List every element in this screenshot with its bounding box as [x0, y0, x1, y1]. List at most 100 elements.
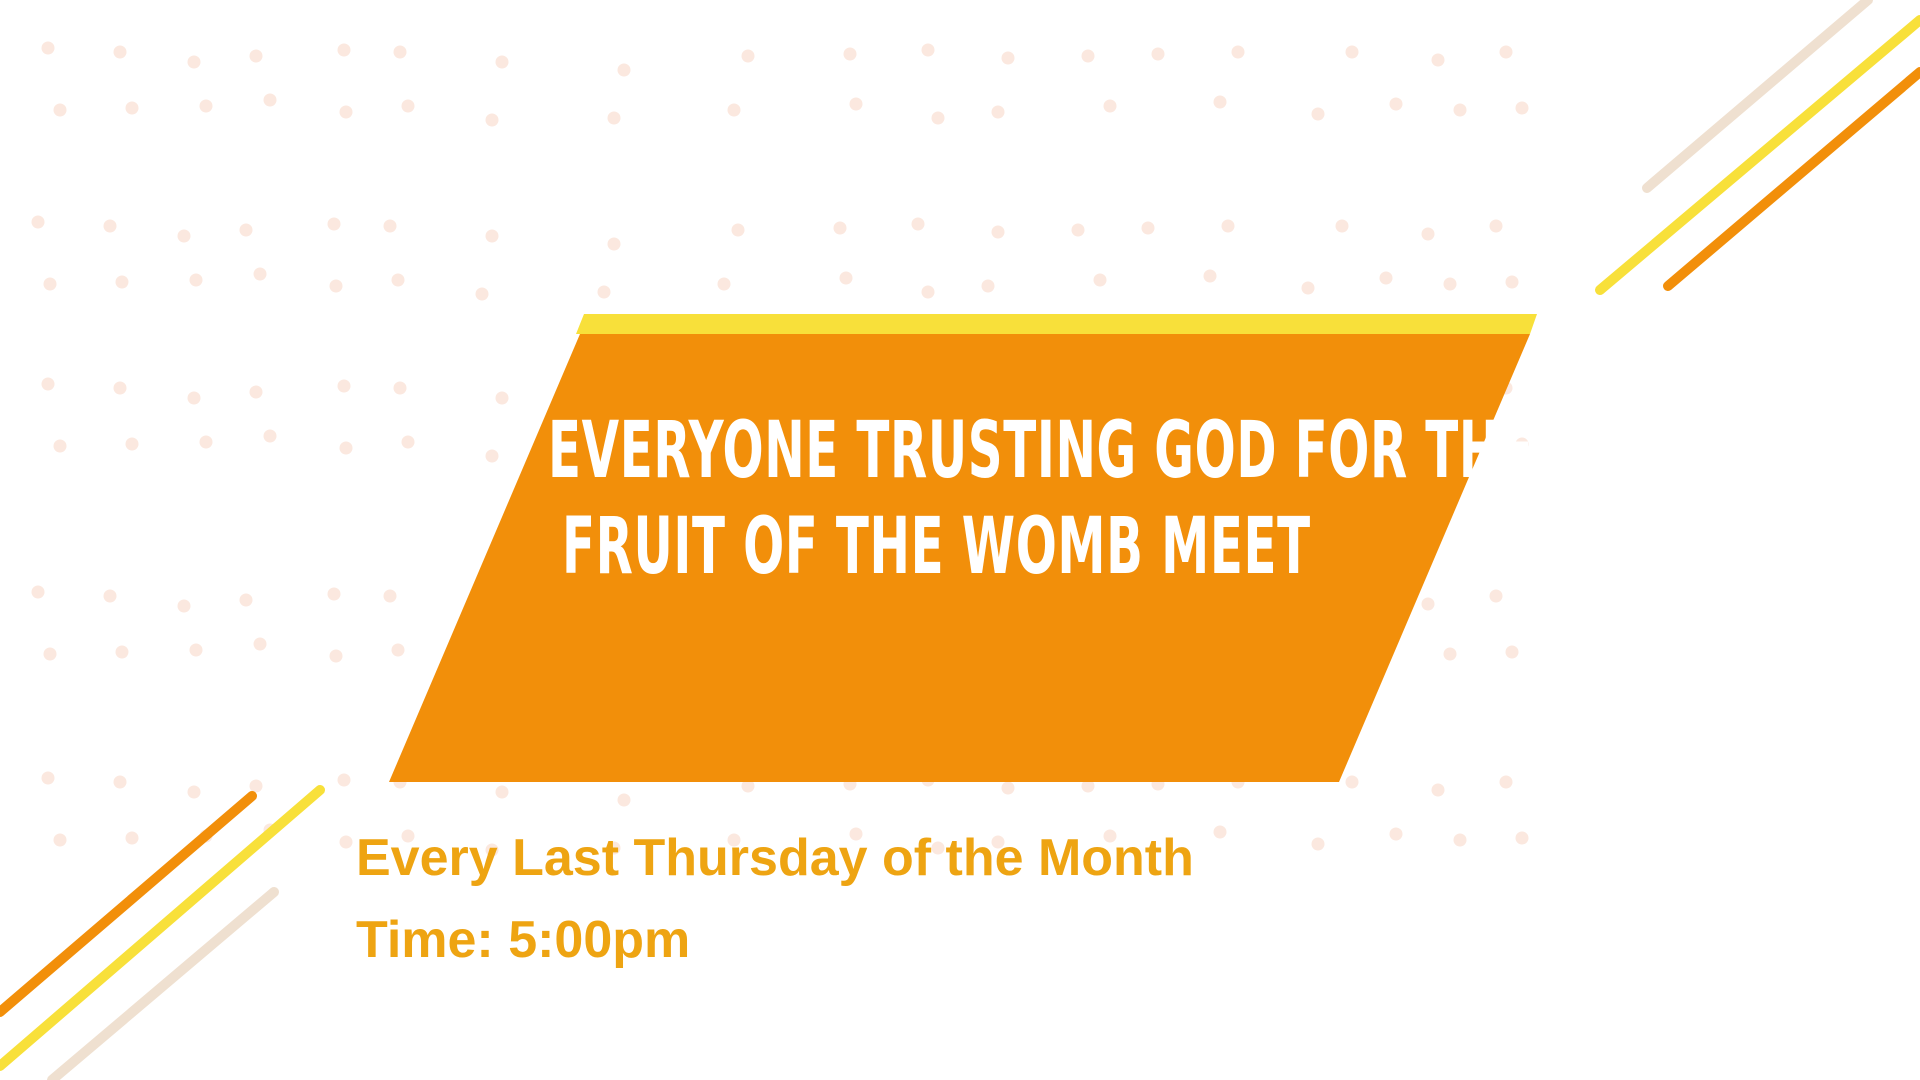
decor-dot [1071, 223, 1085, 237]
stripe-yellow [1595, 15, 1920, 295]
decor-dot [1001, 51, 1015, 65]
decor-dot [1515, 831, 1529, 845]
decor-dot [597, 285, 611, 299]
decor-dot [991, 105, 1005, 119]
decor-dot [329, 279, 343, 293]
decor-dot [1081, 49, 1095, 63]
decor-dot [249, 779, 263, 793]
decor-dot [1093, 273, 1107, 287]
decor-dot [1379, 271, 1393, 285]
decor-dot [41, 41, 55, 55]
stripe-yellow [0, 785, 325, 1071]
decor-dot [495, 55, 509, 69]
decor-dot [1151, 47, 1165, 61]
decor-dot [731, 223, 745, 237]
decor-dot [921, 285, 935, 299]
decor-dot [393, 381, 407, 395]
decor-dot [187, 55, 201, 69]
decor-dot [125, 437, 139, 451]
decor-dot [187, 785, 201, 799]
decor-dot [607, 237, 621, 251]
schedule-text: Every Last Thursday of the Month [356, 829, 1194, 887]
time-text: Time: 5:00pm [356, 911, 691, 969]
decor-dot [1389, 97, 1403, 111]
decor-dot [1141, 221, 1155, 235]
decor-dot [31, 585, 45, 599]
decor-dot [41, 771, 55, 785]
decor-dot [43, 647, 57, 661]
decor-dot [113, 45, 127, 59]
decor-dot [53, 833, 67, 847]
stripe-orange [0, 791, 257, 1017]
decor-dot [1431, 783, 1445, 797]
decor-dot [1001, 781, 1015, 795]
decor-dot [1505, 275, 1519, 289]
decor-dot [1443, 647, 1457, 661]
decor-dot [53, 439, 67, 453]
decor-dot [1301, 281, 1315, 295]
decor-dot [103, 219, 117, 233]
decor-dot [1345, 775, 1359, 789]
flyer-canvas: EVERYONE TRUSTING GOD FOR THE FRUIT OF T… [0, 0, 1920, 1080]
decor-dot [177, 229, 191, 243]
decor-dot [125, 831, 139, 845]
decor-dot [263, 93, 277, 107]
decor-dot [1231, 45, 1245, 59]
decor-dot [1489, 219, 1503, 233]
decor-dot [189, 273, 203, 287]
decor-dot [329, 649, 343, 663]
decor-dot [239, 223, 253, 237]
decor-dot [383, 219, 397, 233]
decor-dot [1453, 103, 1467, 117]
headline-banner [389, 334, 1530, 782]
decor-dot [849, 97, 863, 111]
decor-dot [249, 385, 263, 399]
decor-dot [1453, 833, 1467, 847]
decor-dot [401, 99, 415, 113]
decor-dot [249, 49, 263, 63]
decor-dot [1311, 107, 1325, 121]
decor-dot [495, 785, 509, 799]
decor-dot [727, 103, 741, 117]
decor-dot [393, 45, 407, 59]
decor-dot [495, 391, 509, 405]
decor-dot [199, 435, 213, 449]
decor-dot [327, 217, 341, 231]
bottom-left-stripes [0, 785, 325, 1080]
decor-dot [383, 589, 397, 603]
decor-dot [41, 377, 55, 391]
decor-dot [337, 379, 351, 393]
decor-dot [327, 587, 341, 601]
decor-dot [839, 271, 853, 285]
decor-dot [253, 637, 267, 651]
decor-dot [239, 593, 253, 607]
banner-top-stripe [576, 314, 1537, 334]
decor-dot [1221, 219, 1235, 233]
decor-dot [103, 589, 117, 603]
decor-dot [1421, 227, 1435, 241]
decor-dot [1421, 597, 1435, 611]
decor-dot [617, 793, 631, 807]
top-right-stripes [1595, 0, 1920, 295]
decor-dot [391, 273, 405, 287]
decor-dot [485, 229, 499, 243]
decor-dot [339, 441, 353, 455]
decor-dot [1389, 827, 1403, 841]
decor-dot [199, 99, 213, 113]
decor-dot [339, 105, 353, 119]
decor-dot [1213, 95, 1227, 109]
decor-dot [717, 277, 731, 291]
decor-dot [1103, 99, 1117, 113]
decor-dot [741, 49, 755, 63]
decor-dot [485, 449, 499, 463]
decor-dot [337, 43, 351, 57]
decor-dot [475, 287, 489, 301]
decor-dot [1213, 825, 1227, 839]
decor-dot [931, 111, 945, 125]
decor-dot [921, 43, 935, 57]
decor-dot [485, 113, 499, 127]
decor-dot [1489, 589, 1503, 603]
decor-dot [607, 111, 621, 125]
decor-dot [911, 217, 925, 231]
decor-dot [833, 221, 847, 235]
